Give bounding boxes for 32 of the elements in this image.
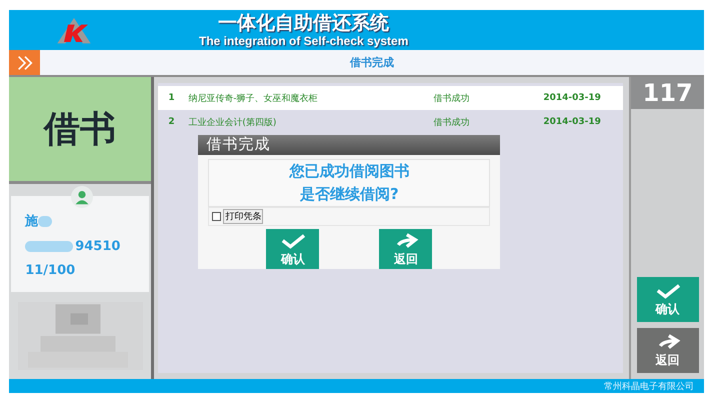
expand-button[interactable] <box>9 50 40 75</box>
double-chevron-icon <box>16 54 34 72</box>
message-text: 是否继续借阅? <box>300 184 399 204</box>
app-title: 一体化自助借还系统 <box>218 12 390 34</box>
redaction-mark <box>25 241 74 252</box>
book-title: 工业企业会计(第四版) <box>188 116 278 128</box>
borrow-count: 11/100 <box>25 263 76 278</box>
borrow-date: 2014-03-19 <box>543 93 602 103</box>
row-number: 2 <box>168 117 176 127</box>
dialog-title: 借书完成 <box>206 135 270 154</box>
app-subtitle: The integration of Self-check system <box>199 34 408 48</box>
message-text: 您已成功借阅图书 <box>289 162 410 181</box>
row-number: 1 <box>168 93 176 103</box>
redaction-mark <box>38 216 52 226</box>
card-number: 94510 <box>75 239 120 254</box>
confirm-button[interactable]: 确认 <box>636 277 699 322</box>
countdown-number: 117 <box>642 79 693 107</box>
back-button[interactable]: 返回 <box>636 328 699 373</box>
company-name: 常州科晶电子有限公司 <box>604 380 694 392</box>
checkbox[interactable] <box>212 212 222 222</box>
mode-label: 借书 <box>44 108 116 152</box>
back-button[interactable]: 返回 <box>379 229 432 269</box>
reader-name: 施 <box>25 213 38 230</box>
page-title: 借书完成 <box>350 55 394 70</box>
checkbox-label[interactable]: 打印凭条 <box>223 209 264 224</box>
check-icon <box>280 232 306 250</box>
check-icon <box>654 283 681 300</box>
borrow-status: 借书成功 <box>433 92 470 104</box>
confirm-button[interactable]: 确认 <box>266 229 320 269</box>
borrow-status: 借书成功 <box>433 116 470 128</box>
book-title: 纳尼亚传奇-狮子、女巫和魔衣柜 <box>188 92 319 104</box>
borrow-date: 2014-03-19 <box>543 117 602 127</box>
